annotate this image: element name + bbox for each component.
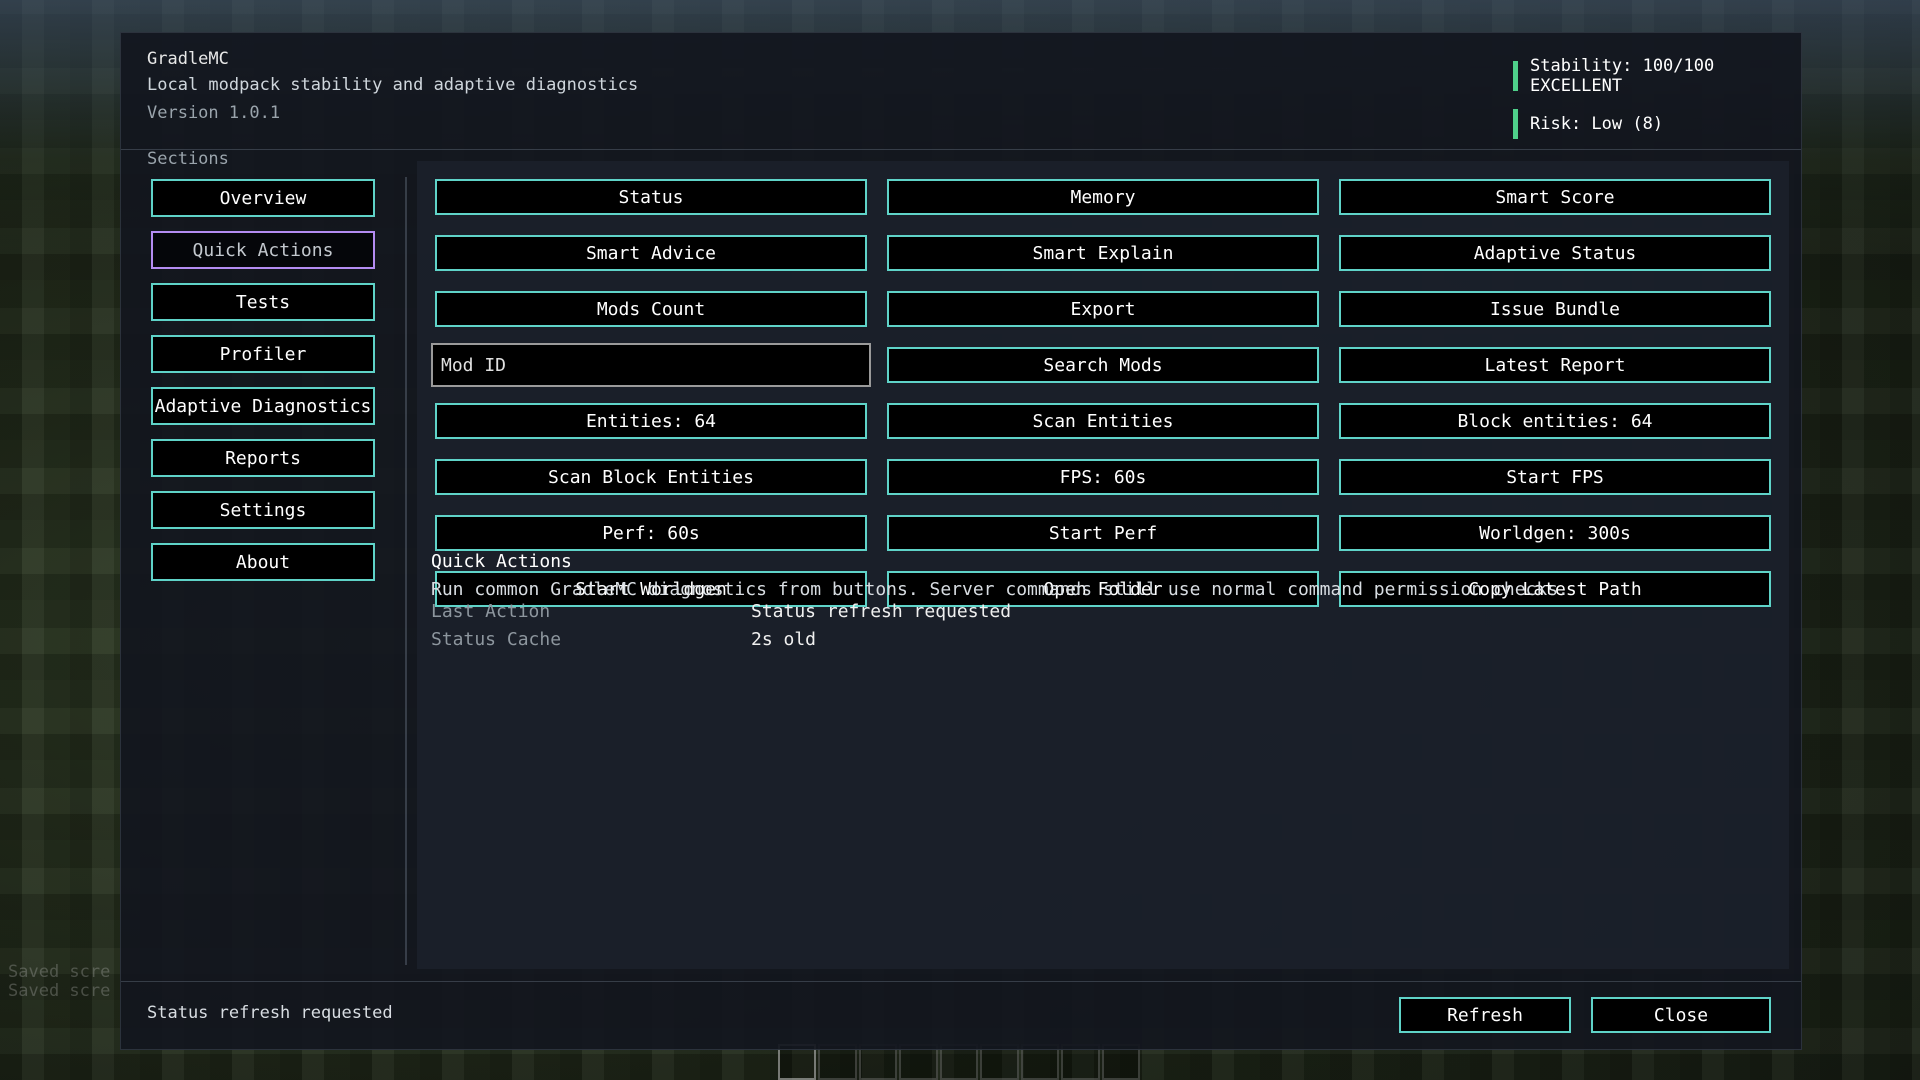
quick-actions-description: Run common GradleMC diagnostics from but… [431, 579, 1569, 600]
chat-line: Saved scre [8, 981, 111, 1001]
header-divider [121, 149, 1801, 150]
status-cache-value: 2s old [751, 629, 817, 650]
app-subtitle: Local modpack stability and adaptive dia… [147, 75, 639, 95]
sidebar-item-about[interactable]: About [151, 543, 375, 581]
chat-line: Saved scre [8, 962, 111, 982]
quick-actions-content: Status Memory Smart Score Smart Advice S… [417, 161, 1789, 969]
stability-indicator: Stability: 100/100 EXCELLENT [1513, 56, 1801, 96]
fps-duration-button[interactable]: FPS: 60s [887, 459, 1319, 495]
last-action-value: Status refresh requested [751, 601, 1012, 622]
gradlemc-panel: GradleMC Local modpack stability and ada… [120, 32, 1802, 1050]
app-version: Version 1.0.1 [147, 103, 281, 123]
sidebar-item-settings[interactable]: Settings [151, 491, 375, 529]
sidebar-item-profiler[interactable]: Profiler [151, 335, 375, 373]
entities-button[interactable]: Entities: 64 [435, 403, 867, 439]
status-button[interactable]: Status [435, 179, 867, 215]
scan-block-entities-button[interactable]: Scan Block Entities [435, 459, 867, 495]
sidebar-divider [405, 177, 407, 965]
export-button[interactable]: Export [887, 291, 1319, 327]
mods-count-button[interactable]: Mods Count [435, 291, 867, 327]
search-mods-button[interactable]: Search Mods [887, 347, 1319, 383]
sidebar-item-tests[interactable]: Tests [151, 283, 375, 321]
mod-id-input[interactable]: Mod ID [431, 343, 871, 387]
smart-score-button[interactable]: Smart Score [1339, 179, 1771, 215]
footer-status-text: Status refresh requested [147, 1003, 393, 1023]
memory-button[interactable]: Memory [887, 179, 1319, 215]
scan-entities-button[interactable]: Scan Entities [887, 403, 1319, 439]
adaptive-status-button[interactable]: Adaptive Status [1339, 235, 1771, 271]
latest-report-button[interactable]: Latest Report [1339, 347, 1771, 383]
close-button[interactable]: Close [1591, 997, 1771, 1033]
block-entities-button[interactable]: Block entities: 64 [1339, 403, 1771, 439]
app-title: GradleMC [147, 49, 229, 69]
smart-explain-button[interactable]: Smart Explain [887, 235, 1319, 271]
perf-duration-button[interactable]: Perf: 60s [435, 515, 867, 551]
worldgen-duration-button[interactable]: Worldgen: 300s [1339, 515, 1771, 551]
risk-text: Risk: Low (8) [1530, 114, 1664, 134]
sidebar-item-reports[interactable]: Reports [151, 439, 375, 477]
smart-advice-button[interactable]: Smart Advice [435, 235, 867, 271]
quick-actions-heading: Quick Actions [431, 551, 572, 572]
start-perf-button[interactable]: Start Perf [887, 515, 1319, 551]
stability-text: Stability: 100/100 EXCELLENT [1530, 56, 1715, 96]
start-fps-button[interactable]: Start FPS [1339, 459, 1771, 495]
sidebar-item-overview[interactable]: Overview [151, 179, 375, 217]
footer-divider [121, 981, 1801, 982]
refresh-button[interactable]: Refresh [1399, 997, 1571, 1033]
sections-label: Sections [147, 149, 229, 169]
issue-bundle-button[interactable]: Issue Bundle [1339, 291, 1771, 327]
last-action-label: Last Action [431, 601, 551, 622]
status-cache-label: Status Cache [431, 629, 562, 650]
sidebar-item-quick-actions[interactable]: Quick Actions [151, 231, 375, 269]
sidebar-item-adaptive-diagnostics[interactable]: Adaptive Diagnostics [151, 387, 375, 425]
risk-indicator: Risk: Low (8) [1513, 109, 1663, 139]
